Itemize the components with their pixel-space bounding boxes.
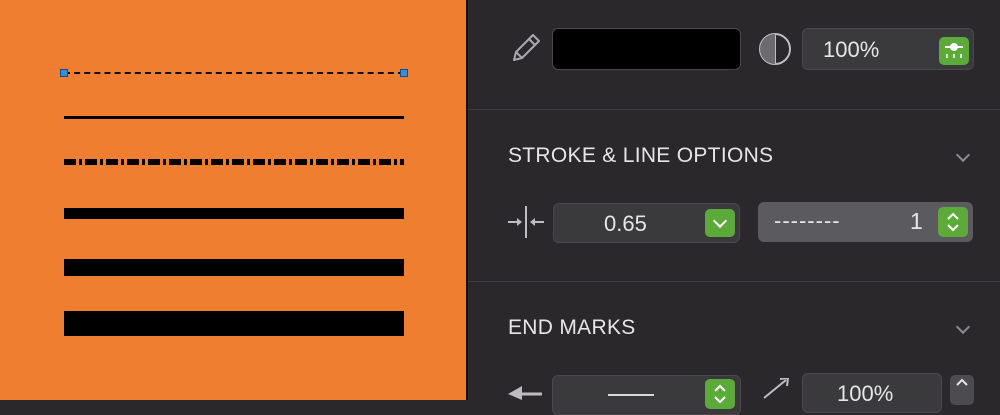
end-scale-value: 100% [837,381,894,406]
stroke-width-field[interactable]: 0.65 [553,203,740,243]
pencil-icon [506,28,546,68]
dash-dot-line[interactable] [64,159,404,165]
chevron-down-icon [712,213,728,229]
start-mark-field[interactable] [552,375,741,415]
chevron-up-icon [956,378,968,386]
thin-line[interactable] [64,116,404,119]
opacity-value: 100% [823,37,880,62]
separator-1 [468,109,1000,110]
end-scale-stepper[interactable] [950,375,974,405]
stroke-width-dropdown-button[interactable] [705,209,735,237]
opacity-slider-button[interactable] [939,37,969,65]
separator-2 [468,281,1000,282]
stroke-width-value: 0.65 [604,211,647,236]
slider-icon [943,39,965,64]
start-mark-stepper[interactable] [705,379,735,409]
up-down-chevron-icon [714,384,726,404]
selected-dashed-line[interactable] [64,72,404,74]
opacity-field[interactable]: 100% [802,28,974,70]
chevron-down-icon[interactable] [955,319,971,335]
dash-value: 1 [910,208,923,234]
stroke-width-icon [506,204,546,240]
medium-line[interactable] [64,208,404,219]
end-scale-field[interactable]: 100% [802,373,942,413]
stroke-section-title: STROKE & LINE OPTIONS [508,144,774,167]
format-panel: 100% STROKE & LINE OPTIONS 0.65 --------… [468,0,1000,415]
opacity-icon [757,31,793,67]
dash-style-field[interactable]: -------- 1 [758,202,973,242]
dash-pattern-preview: -------- [774,208,841,233]
line-preview [608,394,654,396]
stroke-color-well[interactable] [552,28,741,70]
up-down-chevron-icon [947,212,959,232]
chevron-down-icon[interactable] [955,147,971,163]
drawing-canvas[interactable] [0,0,466,400]
end-marks-title: END MARKS [508,316,636,339]
resize-icon [758,376,792,400]
selection-handle-left[interactable] [60,69,68,77]
extra-thick-line[interactable] [64,311,404,336]
arrow-start-icon [506,380,546,400]
selection-handle-right[interactable] [400,69,408,77]
dash-stepper[interactable] [938,207,968,237]
thick-line[interactable] [64,259,404,276]
